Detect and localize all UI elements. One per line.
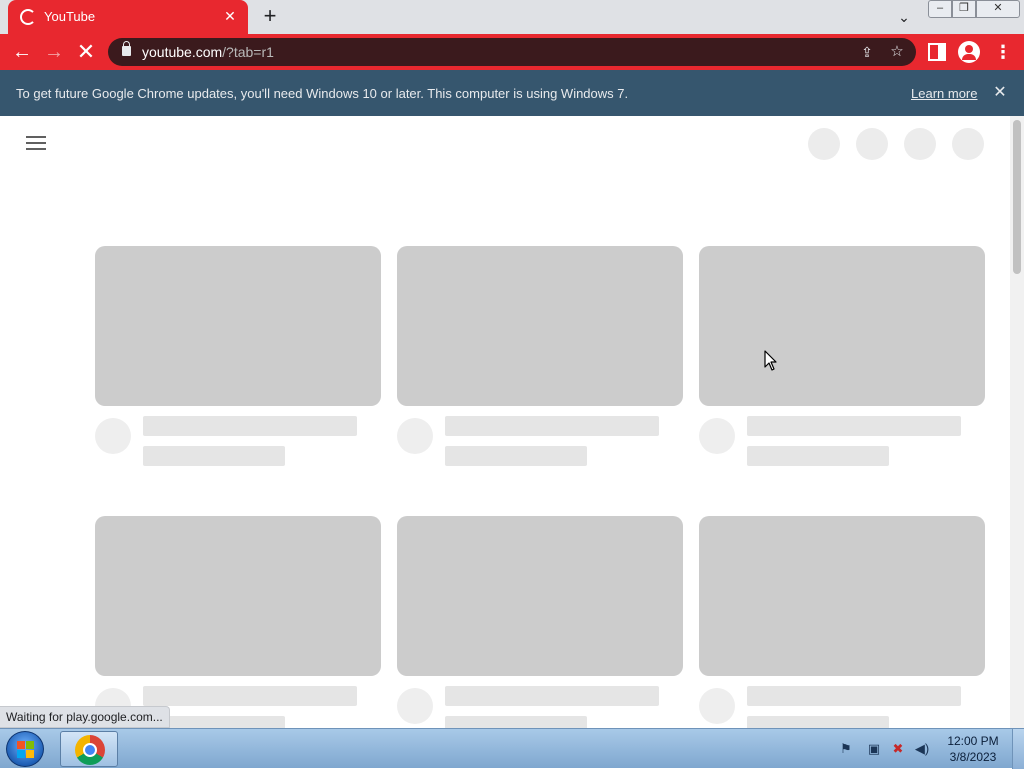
channel-avatar-placeholder [699,418,735,454]
title-placeholder [143,416,357,436]
profile-avatar-icon[interactable] [958,41,980,63]
clock-time: 12:00 PM [947,734,999,748]
tab-search-button[interactable]: ⌄ [892,6,916,28]
video-card-skeleton[interactable] [397,246,683,468]
channel-avatar-placeholder [95,418,131,454]
header-placeholder-circle [904,128,936,160]
thumbnail-placeholder [699,516,985,676]
channel-avatar-placeholder [397,418,433,454]
update-infobar: To get future Google Chrome updates, you… [0,70,1024,116]
learn-more-link[interactable]: Learn more [911,86,977,101]
header-placeholder-circle [856,128,888,160]
infobar-message: To get future Google Chrome updates, you… [16,86,629,101]
tab-strip: YouTube ✕ + ⌄ – ❐ ✕ [0,0,1024,34]
loading-spinner-icon [20,9,36,25]
title-placeholder [445,686,659,706]
meta-placeholder [445,716,587,728]
taskbar-chrome-button[interactable] [60,731,118,767]
minimize-button[interactable]: – [928,0,952,18]
show-desktop-button[interactable] [1012,729,1024,769]
url-text[interactable]: youtube.com/?tab=r1 [142,44,274,60]
window-close-button[interactable]: ✕ [976,0,1020,18]
infobar-close-button[interactable]: ✕ [990,83,1010,103]
flag-error-icon[interactable]: ✖ [890,741,906,757]
thumbnail-placeholder [397,516,683,676]
meta-placeholder [445,446,587,466]
url-path: /?tab=r1 [222,44,274,60]
header-placeholder-circle [952,128,984,160]
clock-date: 3/8/2023 [949,750,997,764]
meta-placeholder [143,446,285,466]
meta-placeholder [747,716,889,728]
thumbnail-placeholder [699,246,985,406]
scrollbar-thumb[interactable] [1013,120,1021,274]
system-clock[interactable]: 12:00 PM 3/8/2023 [944,733,1002,765]
title-placeholder [445,416,659,436]
start-button[interactable] [6,731,44,767]
title-placeholder [747,686,961,706]
bookmark-star-icon[interactable]: ☆ [888,43,906,61]
windows-taskbar: ⚑ ▣ ✖ ◀) 12:00 PM 3/8/2023 [0,728,1024,769]
mouse-cursor-icon [764,350,777,371]
tab-youtube[interactable]: YouTube ✕ [8,0,248,34]
video-card-skeleton[interactable] [699,246,985,468]
forward-button[interactable]: → [40,38,68,66]
lock-icon[interactable] [122,41,131,56]
browser-toolbar: ← → ✕ youtube.com/?tab=r1 ⇪ ☆ ⋮ [0,34,1024,70]
status-bubble: Waiting for play.google.com... [0,706,170,728]
address-bar[interactable]: youtube.com/?tab=r1 ⇪ ☆ [108,38,916,66]
title-placeholder [747,416,961,436]
share-icon[interactable]: ⇪ [858,43,876,61]
header-placeholder-circle [808,128,840,160]
url-host: youtube.com [142,44,223,60]
tab-title: YouTube [44,9,96,24]
tab-close-button[interactable]: ✕ [220,6,240,26]
video-card-skeleton[interactable] [95,516,381,728]
hamburger-menu-icon[interactable] [26,136,46,150]
thumbnail-placeholder [95,246,381,406]
video-card-skeleton[interactable] [95,246,381,468]
thumbnail-placeholder [95,516,381,676]
title-placeholder [143,686,357,706]
video-card-skeleton[interactable] [699,516,985,728]
video-card-skeleton[interactable] [397,516,683,728]
volume-icon[interactable]: ◀) [914,741,930,757]
meta-placeholder [747,446,889,466]
maximize-button[interactable]: ❐ [952,0,976,18]
channel-avatar-placeholder [397,688,433,724]
side-panel-icon[interactable] [928,43,946,61]
stop-loading-button[interactable]: ✕ [72,38,100,66]
page-scrollbar[interactable] [1010,116,1024,728]
chrome-icon [75,735,105,765]
windows-logo-icon [17,741,35,759]
youtube-page [0,116,1010,728]
back-button[interactable]: ← [8,38,36,66]
new-tab-button[interactable]: + [256,4,284,30]
chrome-menu-button[interactable]: ⋮ [994,40,1012,64]
channel-avatar-placeholder [699,688,735,724]
thumbnail-placeholder [397,246,683,406]
network-icon[interactable]: ▣ [866,741,882,757]
action-center-icon[interactable]: ⚑ [838,741,854,757]
